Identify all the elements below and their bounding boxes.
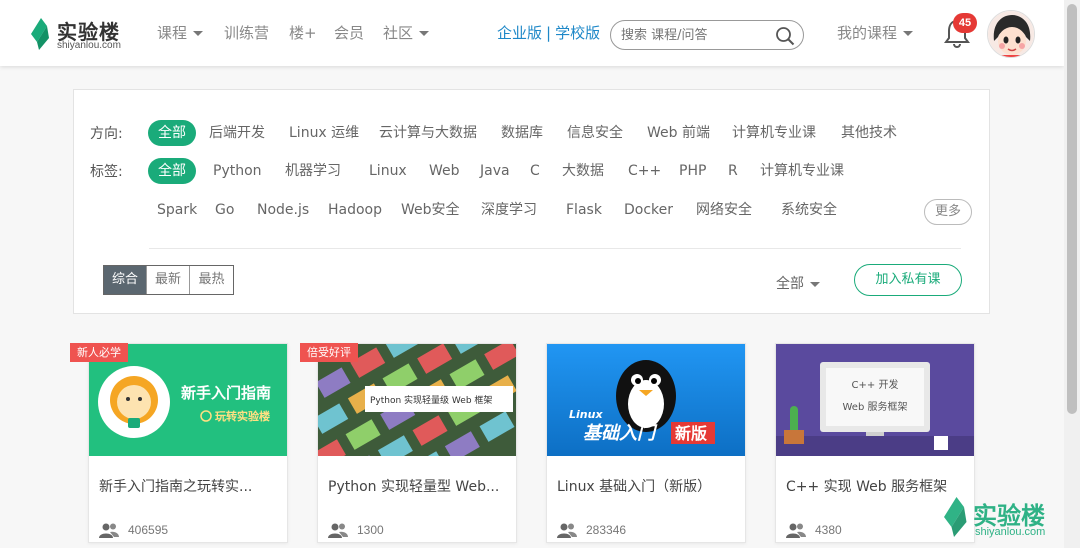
direction-cs-courses[interactable]: 计算机专业课 [732,120,816,146]
direction-backend[interactable]: 后端开发 [209,120,265,146]
chevron-down-icon [903,31,914,36]
my-courses-menu[interactable]: 我的课程 [837,22,914,43]
edition-links: 企业版 | 学校版 [497,22,600,43]
direction-infosec[interactable]: 信息安全 [567,120,623,146]
join-private-course-button[interactable]: 加入私有课 [854,264,962,296]
notification-badge: 45 [953,13,977,33]
logo-leaf-icon [944,497,967,537]
tag-c[interactable]: C [530,158,540,184]
nav-member[interactable]: 会员 [334,22,364,43]
search-box [610,20,804,50]
tag-cpp[interactable]: C++ [628,158,661,184]
thumb-line-2: Web 服务框架 [843,400,908,413]
course-filter-panel: 方向: 全部 后端开发 Linux 运维 云计算与大数据 数据库 信息安全 We… [73,89,990,314]
thumb-line-1: 新手入门指南 [181,384,271,402]
course-thumbnail: C++ 开发 Web 服务框架 [776,344,974,456]
tag-java[interactable]: Java [480,158,510,184]
tag-syssec[interactable]: 系统安全 [781,197,837,223]
avatar-image [988,11,1034,57]
users-icon [557,523,577,538]
user-avatar[interactable] [987,10,1035,58]
tag-netsec[interactable]: 网络安全 [696,197,752,223]
tag-python[interactable]: Python [213,158,262,184]
tag-bigdata[interactable]: 大数据 [562,158,604,184]
watermark-domain: shiyanlou.com [975,526,1046,538]
tag-machine-learning[interactable]: 机器学习 [285,158,341,184]
course-card[interactable]: Linux 基础入门 新版 Linux 基础入门（新版） 283346 [546,343,746,543]
tag-hadoop[interactable]: Hadoop [328,197,382,223]
tag-nodejs[interactable]: Node.js [257,197,309,223]
sort-hottest[interactable]: 最热 [190,266,233,294]
nav-courses[interactable]: 课程 [157,22,204,43]
direction-linux-ops[interactable]: Linux 运维 [289,120,359,146]
direction-all[interactable]: 全部 [148,120,196,146]
more-tags-button[interactable]: 更多 [924,199,972,225]
site-logo[interactable]: 实验楼 shiyanlou.com [27,14,137,54]
thumb-text: Python 实现轻量级 Web 框架 [370,394,492,406]
thumb-line-1: C++ 开发 [852,378,899,391]
nav-community[interactable]: 社区 [383,22,430,43]
learner-count: 1300 [357,523,384,537]
search-icon[interactable] [775,26,795,46]
linux-penguin-thumbnail-image: Linux 基础入门 新版 [547,344,745,456]
card-tag-praised: 倍受好评 [300,343,358,362]
site-watermark: 实验楼 shiyanlou.com [935,492,1055,544]
course-card[interactable]: 新手入门指南 玩转实验楼 新手入门指南之玩转实... 406595 [88,343,288,543]
nav-camp[interactable]: 训练营 [224,22,269,43]
learner-count: 4380 [815,523,842,537]
direction-other[interactable]: 其他技术 [841,120,897,146]
tag-php[interactable]: PHP [679,158,706,184]
course-title: Linux 基础入门（新版） [557,479,712,495]
thumb-badge: 新版 [675,424,707,443]
chevron-down-icon [419,31,430,36]
enterprise-link[interactable]: 企业版 [497,24,542,42]
logo-leaf-icon [31,18,49,50]
thumb-line-1: Linux [569,408,603,421]
users-icon [328,523,348,538]
tags-label: 标签: [90,164,123,180]
tag-web[interactable]: Web [429,158,460,184]
search-input[interactable] [621,26,771,44]
cpp-monitor-thumbnail-image: C++ 开发 Web 服务框架 [776,344,974,456]
tag-go[interactable]: Go [215,197,234,223]
direction-database[interactable]: 数据库 [501,120,543,146]
chevron-down-icon [193,31,204,36]
course-card[interactable]: Python 实现轻量级 Web 框架 Python 实现轻量型 Web... … [317,343,517,543]
users-icon [99,523,119,538]
filter-divider [149,248,961,249]
learner-count: 283346 [586,523,627,537]
tag-deep-learning[interactable]: 深度学习 [481,197,537,223]
logo-domain: shiyanlou.com [57,40,121,51]
card-tag-new: 新人必学 [70,343,128,362]
tag-websec[interactable]: Web安全 [401,197,460,223]
all-dropdown[interactable]: 全部 [776,273,820,293]
nav-lou-plus[interactable]: 楼+ [289,22,317,43]
sort-default[interactable]: 综合 [104,266,147,294]
scrollbar-thumb[interactable] [1067,4,1077,414]
school-link[interactable]: 学校版 [555,24,600,42]
thumb-line-2: 玩转实验楼 [215,409,270,423]
users-icon [786,523,806,538]
thumb-line-2: 基础入门 [583,423,658,444]
tag-linux[interactable]: Linux [369,158,407,184]
course-title: 新手入门指南之玩转实... [99,479,253,495]
learner-count: 406595 [128,523,169,537]
tag-docker[interactable]: Docker [624,197,673,223]
tag-flask[interactable]: Flask [566,197,602,223]
tag-spark[interactable]: Spark [157,197,197,223]
top-header: 实验楼 shiyanlou.com 课程 训练营 楼+ 会员 社区 企业版 | 学校… [0,0,1064,66]
sort-newest[interactable]: 最新 [147,266,190,294]
tag-r[interactable]: R [728,158,738,184]
direction-web-frontend[interactable]: Web 前端 [647,120,710,146]
direction-label: 方向: [90,126,123,142]
direction-cloud-bigdata[interactable]: 云计算与大数据 [379,120,477,146]
page-scrollbar[interactable] [1064,0,1080,548]
tag-all[interactable]: 全部 [148,158,196,184]
sort-toggle: 综合 最新 最热 [103,265,234,295]
course-thumbnail: Linux 基础入门 新版 [547,344,745,456]
chevron-down-icon [810,281,820,287]
tag-cs-courses[interactable]: 计算机专业课 [760,158,844,184]
course-title: Python 实现轻量型 Web... [328,479,500,495]
edition-separator: | [546,24,552,42]
